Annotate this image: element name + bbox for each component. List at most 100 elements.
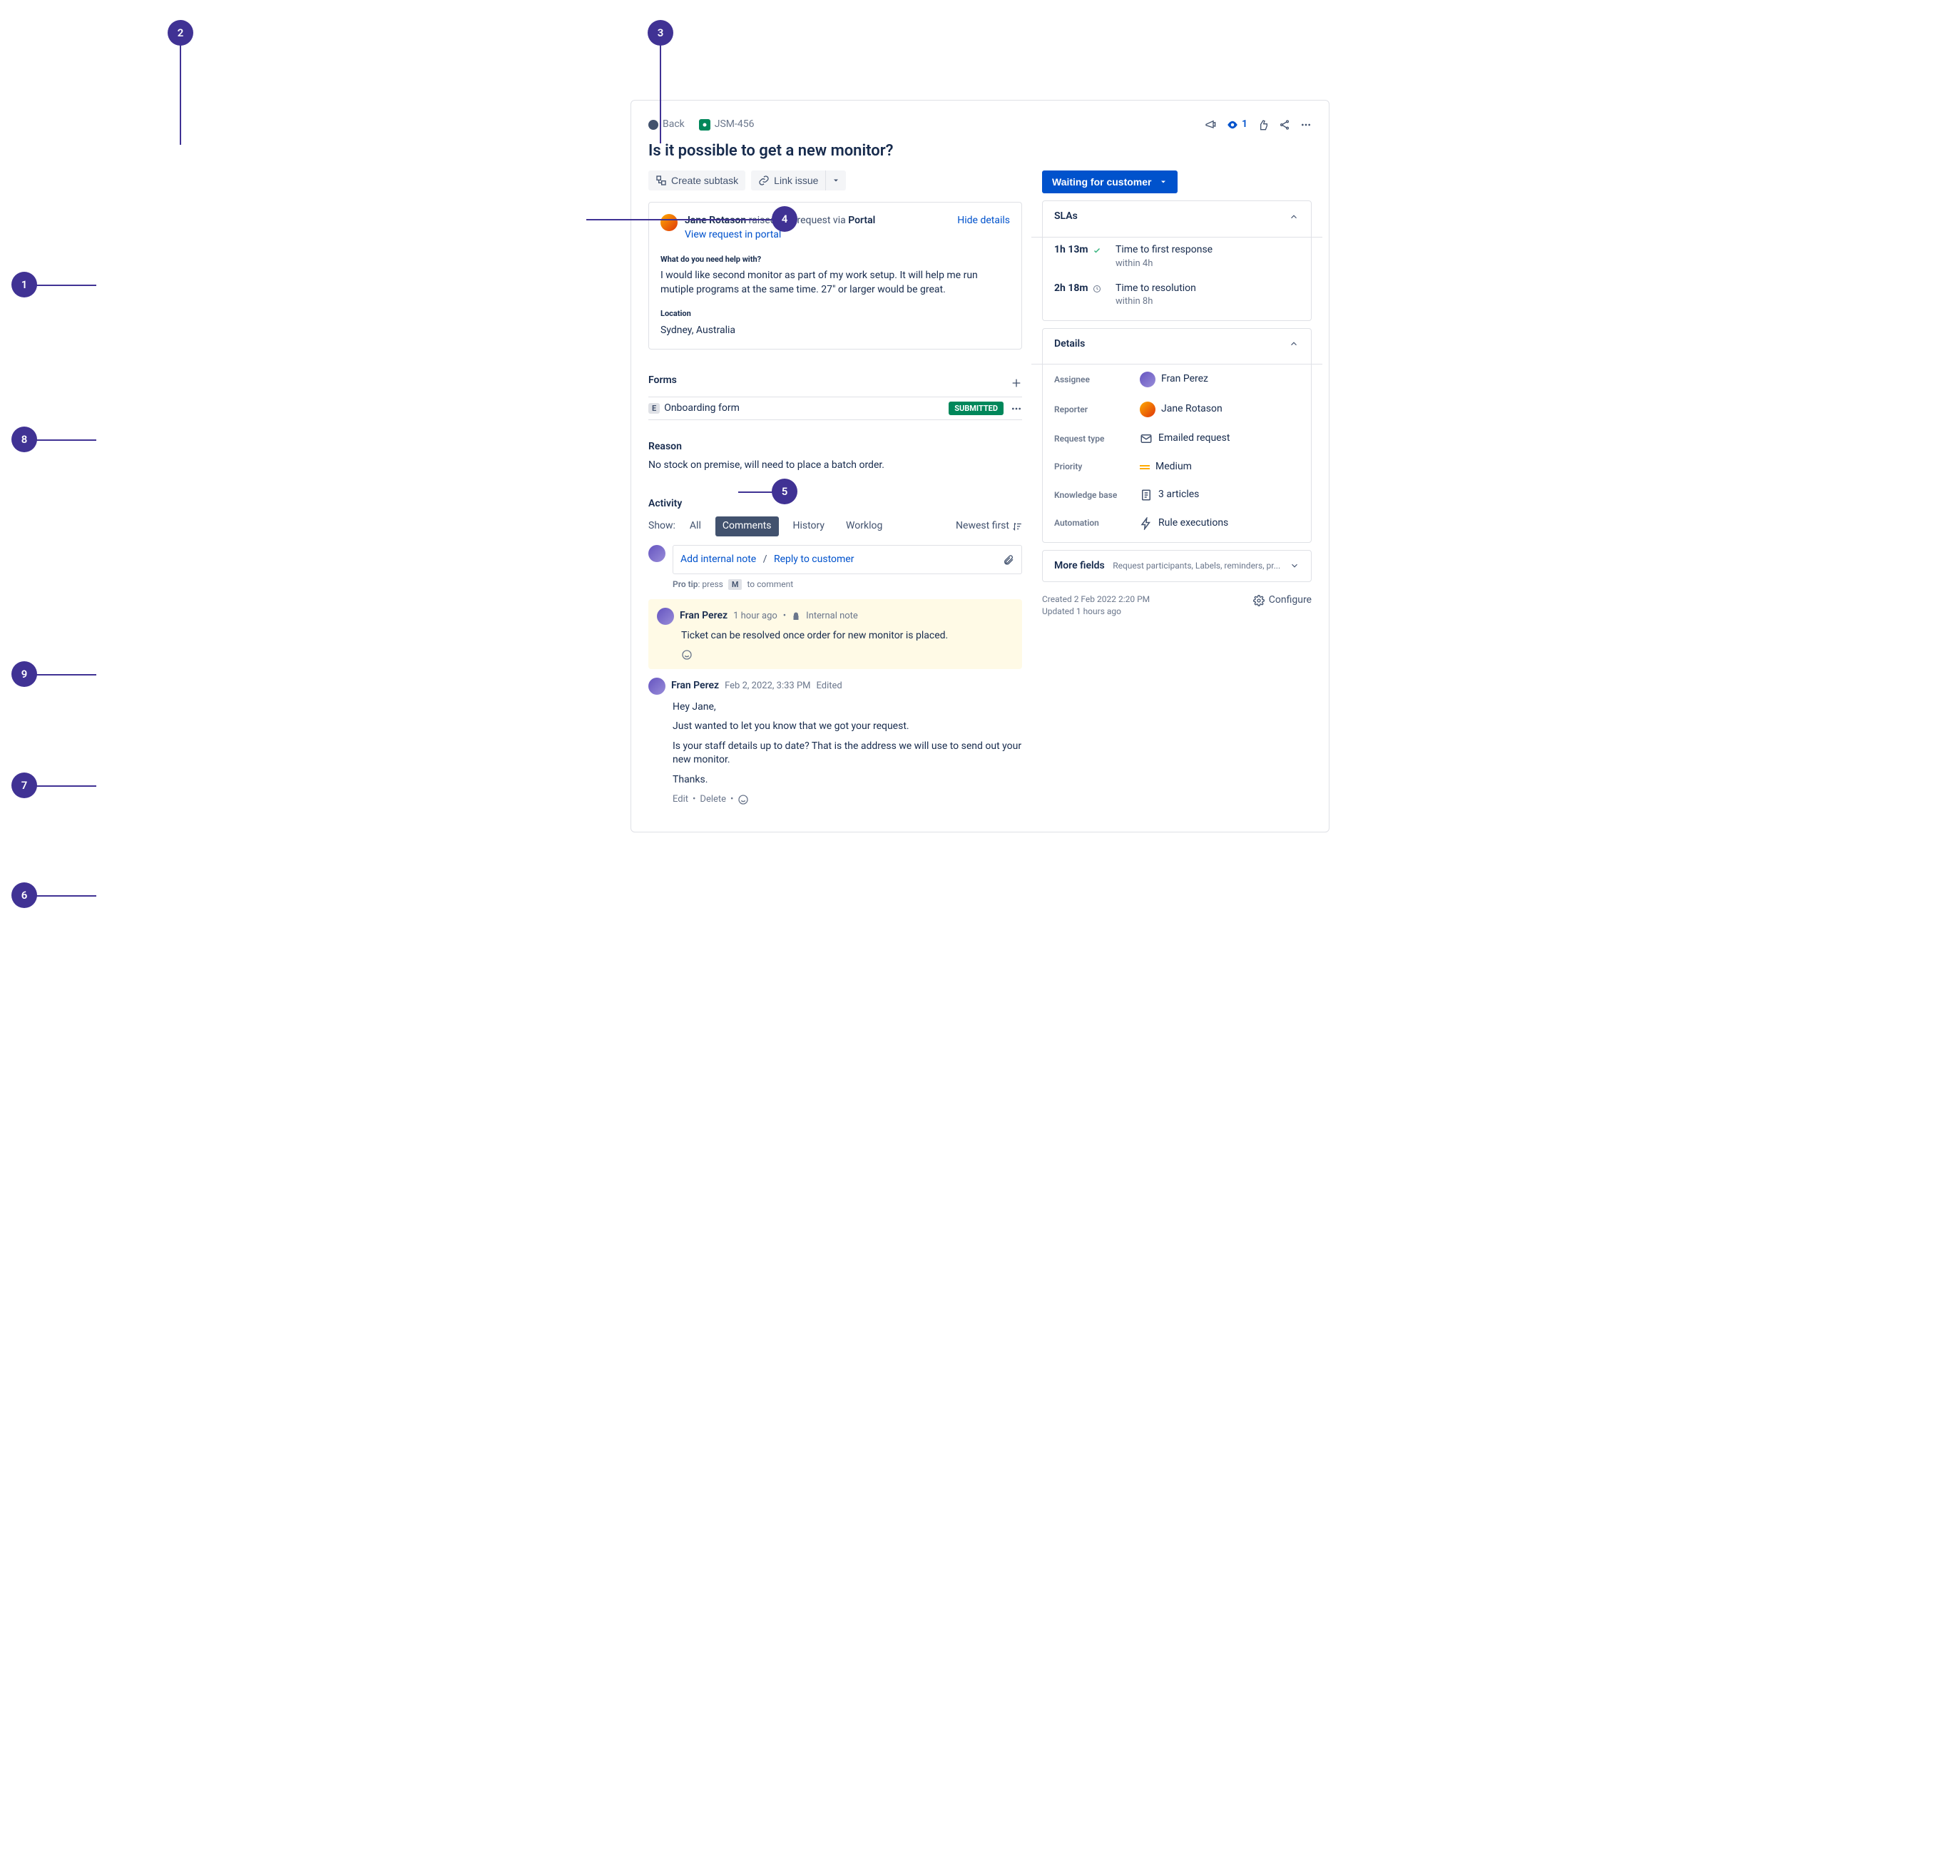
note-time: 1 hour ago <box>733 610 777 623</box>
article-icon <box>1140 489 1153 501</box>
sla-name-0: Time to first response <box>1116 243 1213 258</box>
automation-icon <box>1140 517 1153 530</box>
details-collapse-icon[interactable] <box>1288 338 1300 350</box>
dot2: • <box>730 793 733 806</box>
add-form-icon[interactable] <box>1011 377 1022 389</box>
lock-icon <box>792 612 800 621</box>
attachment-icon[interactable] <box>1003 554 1014 566</box>
location-body: Sydney, Australia <box>660 324 1010 338</box>
reqtype-label: Request type <box>1054 433 1140 445</box>
sla-title: SLAs <box>1054 210 1078 224</box>
assignee-value[interactable]: Fran Perez <box>1140 372 1208 387</box>
chevron-down-icon <box>1159 178 1168 186</box>
callout-3: 3 <box>648 20 673 46</box>
form-status-badge: SUBMITTED <box>949 402 1004 415</box>
tab-all[interactable]: All <box>683 516 708 536</box>
create-subtask-label: Create subtask <box>671 175 738 186</box>
kb-label: Knowledge base <box>1054 489 1140 501</box>
details-panel: Details Assignee Fran Perez Reporter <box>1042 328 1312 543</box>
callout-5: 5 <box>772 479 797 504</box>
created-date: Created 2 Feb 2022 2:20 PM <box>1042 593 1150 606</box>
feedback-icon[interactable] <box>1205 119 1216 131</box>
comment-input[interactable]: Add internal note / Reply to customer <box>673 545 1022 575</box>
sla-collapse-icon[interactable] <box>1288 211 1300 223</box>
more-actions-icon[interactable] <box>1300 119 1312 131</box>
more-fields-title: More fields <box>1054 560 1105 571</box>
back-link[interactable]: Back <box>663 118 685 132</box>
tab-history[interactable]: History <box>786 516 832 536</box>
reporter-avatar-small <box>1140 402 1155 417</box>
callout-2: 2 <box>168 20 193 46</box>
sla-name-1: Time to resolution <box>1116 282 1196 296</box>
priority-medium-icon <box>1140 465 1150 469</box>
comment-reaction-icon[interactable] <box>737 794 749 805</box>
updated-date: Updated 1 hours ago <box>1042 606 1150 618</box>
note-body: Ticket can be resolved once order for ne… <box>681 629 1014 643</box>
form-item[interactable]: EOnboarding form <box>648 402 740 416</box>
issue-view: Back JSM-456 1 Is it <box>631 100 1329 832</box>
help-question-label: What do you need help with? <box>660 254 1010 265</box>
share-icon[interactable] <box>1279 119 1290 131</box>
help-question-body: I would like second monitor as part of m… <box>660 269 1010 297</box>
sla-within-1: within 8h <box>1116 295 1196 308</box>
compose-sep: / <box>763 554 767 565</box>
current-user-avatar <box>648 545 665 562</box>
comment-edit[interactable]: Edit <box>673 793 688 806</box>
request-details-panel: Jane Rotason raised this request via Por… <box>648 202 1022 350</box>
issue-type-icon <box>699 119 710 131</box>
status-dropdown[interactable]: Waiting for customer <box>1042 170 1178 193</box>
comment-delete[interactable]: Delete <box>700 793 726 806</box>
reporter-avatar <box>660 214 678 231</box>
link-issue-button[interactable]: Link issue <box>751 170 826 190</box>
reporter-value[interactable]: Jane Rotason <box>1140 402 1223 417</box>
check-icon <box>1093 246 1101 255</box>
issue-title[interactable]: Is it possible to get a new monitor? <box>648 141 1312 163</box>
sla-panel: SLAs 1h 13m Time to first response withi… <box>1042 200 1312 320</box>
reply-to-customer-link[interactable]: Reply to customer <box>774 554 854 565</box>
note-dot: • <box>783 610 786 623</box>
details-title: Details <box>1054 337 1085 352</box>
more-fields-panel[interactable]: More fields Request participants, Labels… <box>1042 550 1312 583</box>
reporter-label: Reporter <box>1054 404 1140 416</box>
activity-title: Activity <box>648 497 1022 511</box>
dot1: • <box>693 793 695 806</box>
configure-link[interactable]: Configure <box>1253 593 1312 608</box>
tab-comments[interactable]: Comments <box>715 516 779 536</box>
more-fields-sub: Request participants, Labels, reminders,… <box>1113 561 1280 571</box>
comment-author: Fran Perez <box>671 679 719 693</box>
issue-key[interactable]: JSM-456 <box>715 118 755 132</box>
watch-count: 1 <box>1242 118 1247 132</box>
callout-6: 6 <box>11 882 37 908</box>
link-issue-dropdown[interactable] <box>826 170 846 190</box>
comment-author-avatar <box>648 678 665 695</box>
form-name: Onboarding form <box>664 402 740 414</box>
link-issue-label: Link issue <box>774 175 818 186</box>
comment-time: Feb 2, 2022, 3:33 PM <box>725 680 810 693</box>
tab-worklog[interactable]: Worklog <box>839 516 889 536</box>
chevron-down-icon <box>1290 561 1300 571</box>
auto-label: Automation <box>1054 517 1140 529</box>
forms-section-title: Forms <box>648 374 677 388</box>
back-icon <box>648 120 658 130</box>
form-more-icon[interactable] <box>1011 403 1022 414</box>
note-author-avatar <box>657 608 674 625</box>
create-subtask-button[interactable]: Create subtask <box>648 170 745 190</box>
sort-button[interactable]: Newest first <box>956 519 1022 534</box>
show-label: Show: <box>648 519 675 534</box>
watch-button[interactable]: 1 <box>1226 118 1247 132</box>
comment-edited: Edited <box>817 680 842 693</box>
priority-value[interactable]: Medium <box>1140 460 1192 474</box>
add-internal-note-link[interactable]: Add internal note <box>680 554 756 565</box>
reason-title: Reason <box>648 440 1022 454</box>
add-reaction-icon[interactable] <box>681 649 693 661</box>
sla-within-0: within 4h <box>1116 258 1213 270</box>
hide-details-link[interactable]: Hide details <box>957 214 1010 228</box>
request-reporter: Jane Rotason <box>685 215 746 226</box>
auto-value[interactable]: Rule executions <box>1140 516 1228 531</box>
reqtype-value[interactable]: Emailed request <box>1140 432 1230 446</box>
reason-body: No stock on premise, will need to place … <box>648 459 1022 473</box>
kb-value[interactable]: 3 articles <box>1140 488 1199 502</box>
email-icon <box>1140 432 1153 445</box>
priority-label: Priority <box>1054 461 1140 473</box>
vote-icon[interactable] <box>1257 119 1269 131</box>
